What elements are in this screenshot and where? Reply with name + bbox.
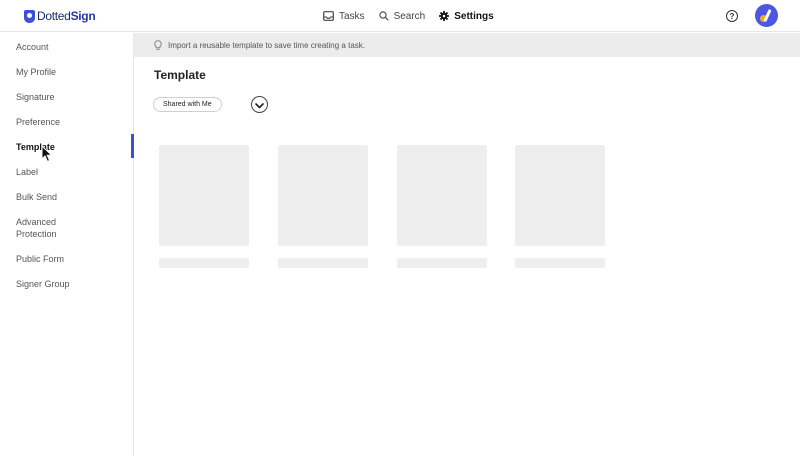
help-icon[interactable]: ? — [726, 10, 738, 22]
template-card-placeholder — [278, 145, 368, 246]
template-title-placeholder — [515, 258, 605, 268]
help-glyph: ? — [729, 11, 735, 21]
logo-text-part2: Sign — [70, 9, 96, 23]
sidebar-item-bulk-send[interactable]: Bulk Send — [16, 191, 126, 203]
main-nav: Tasks Search Settings — [323, 0, 508, 32]
template-title-placeholder — [159, 258, 249, 268]
search-icon — [378, 11, 389, 21]
sidebar-item-signature[interactable]: Signature — [16, 91, 126, 103]
template-card-placeholder — [159, 145, 249, 246]
nav-search-label: Search — [393, 10, 426, 22]
nav-settings-label: Settings — [454, 10, 494, 22]
lightbulb-icon — [154, 39, 162, 51]
sidebar-item-signer-group[interactable]: Signer Group — [16, 278, 126, 290]
template-title-placeholder — [278, 258, 368, 268]
template-title-placeholder — [397, 258, 487, 268]
user-avatar[interactable] — [755, 4, 778, 27]
template-card-placeholder — [397, 145, 487, 246]
mouse-pointer-icon — [41, 144, 53, 168]
nav-tasks[interactable]: Tasks — [323, 11, 365, 22]
sidebar-item-public-form[interactable]: Public Form — [16, 253, 126, 265]
chevron-down-icon — [255, 96, 264, 114]
dottedsign-logo[interactable]: DottedSign — [24, 8, 96, 24]
filter-dropdown-button[interactable] — [251, 96, 268, 113]
sidebar-item-preference[interactable]: Preference — [16, 116, 126, 128]
tip-banner: Import a reusable template to save time … — [134, 33, 800, 57]
sidebar-item-account[interactable]: Account — [16, 41, 126, 53]
sidebar-item-my-profile[interactable]: My Profile — [16, 66, 126, 78]
nav-search[interactable]: Search — [378, 10, 426, 22]
sidebar-item-template[interactable]: Template — [16, 141, 126, 153]
filter-shared-with-me[interactable]: Shared with Me — [153, 97, 222, 112]
logo-mark-icon — [24, 9, 35, 23]
sidebar-item-advanced-protection[interactable]: Advanced Protection — [16, 216, 76, 240]
active-item-indicator — [131, 134, 134, 158]
page-title: Template — [154, 68, 206, 82]
nav-settings[interactable]: Settings — [439, 10, 494, 22]
nav-tasks-label: Tasks — [339, 10, 365, 22]
sidebar-item-label[interactable]: Label — [16, 166, 126, 178]
avatar-mark — [763, 8, 772, 23]
tip-banner-text: Import a reusable template to save time … — [168, 40, 365, 50]
settings-sidebar: Account My Profile Signature Preference … — [0, 33, 134, 456]
logo-text-part1: Dotted — [37, 9, 71, 23]
template-card-placeholder — [515, 145, 605, 246]
gear-icon — [439, 11, 450, 21]
tray-icon — [323, 11, 334, 21]
top-header: DottedSign Tasks Search Settings ? — [0, 0, 800, 32]
